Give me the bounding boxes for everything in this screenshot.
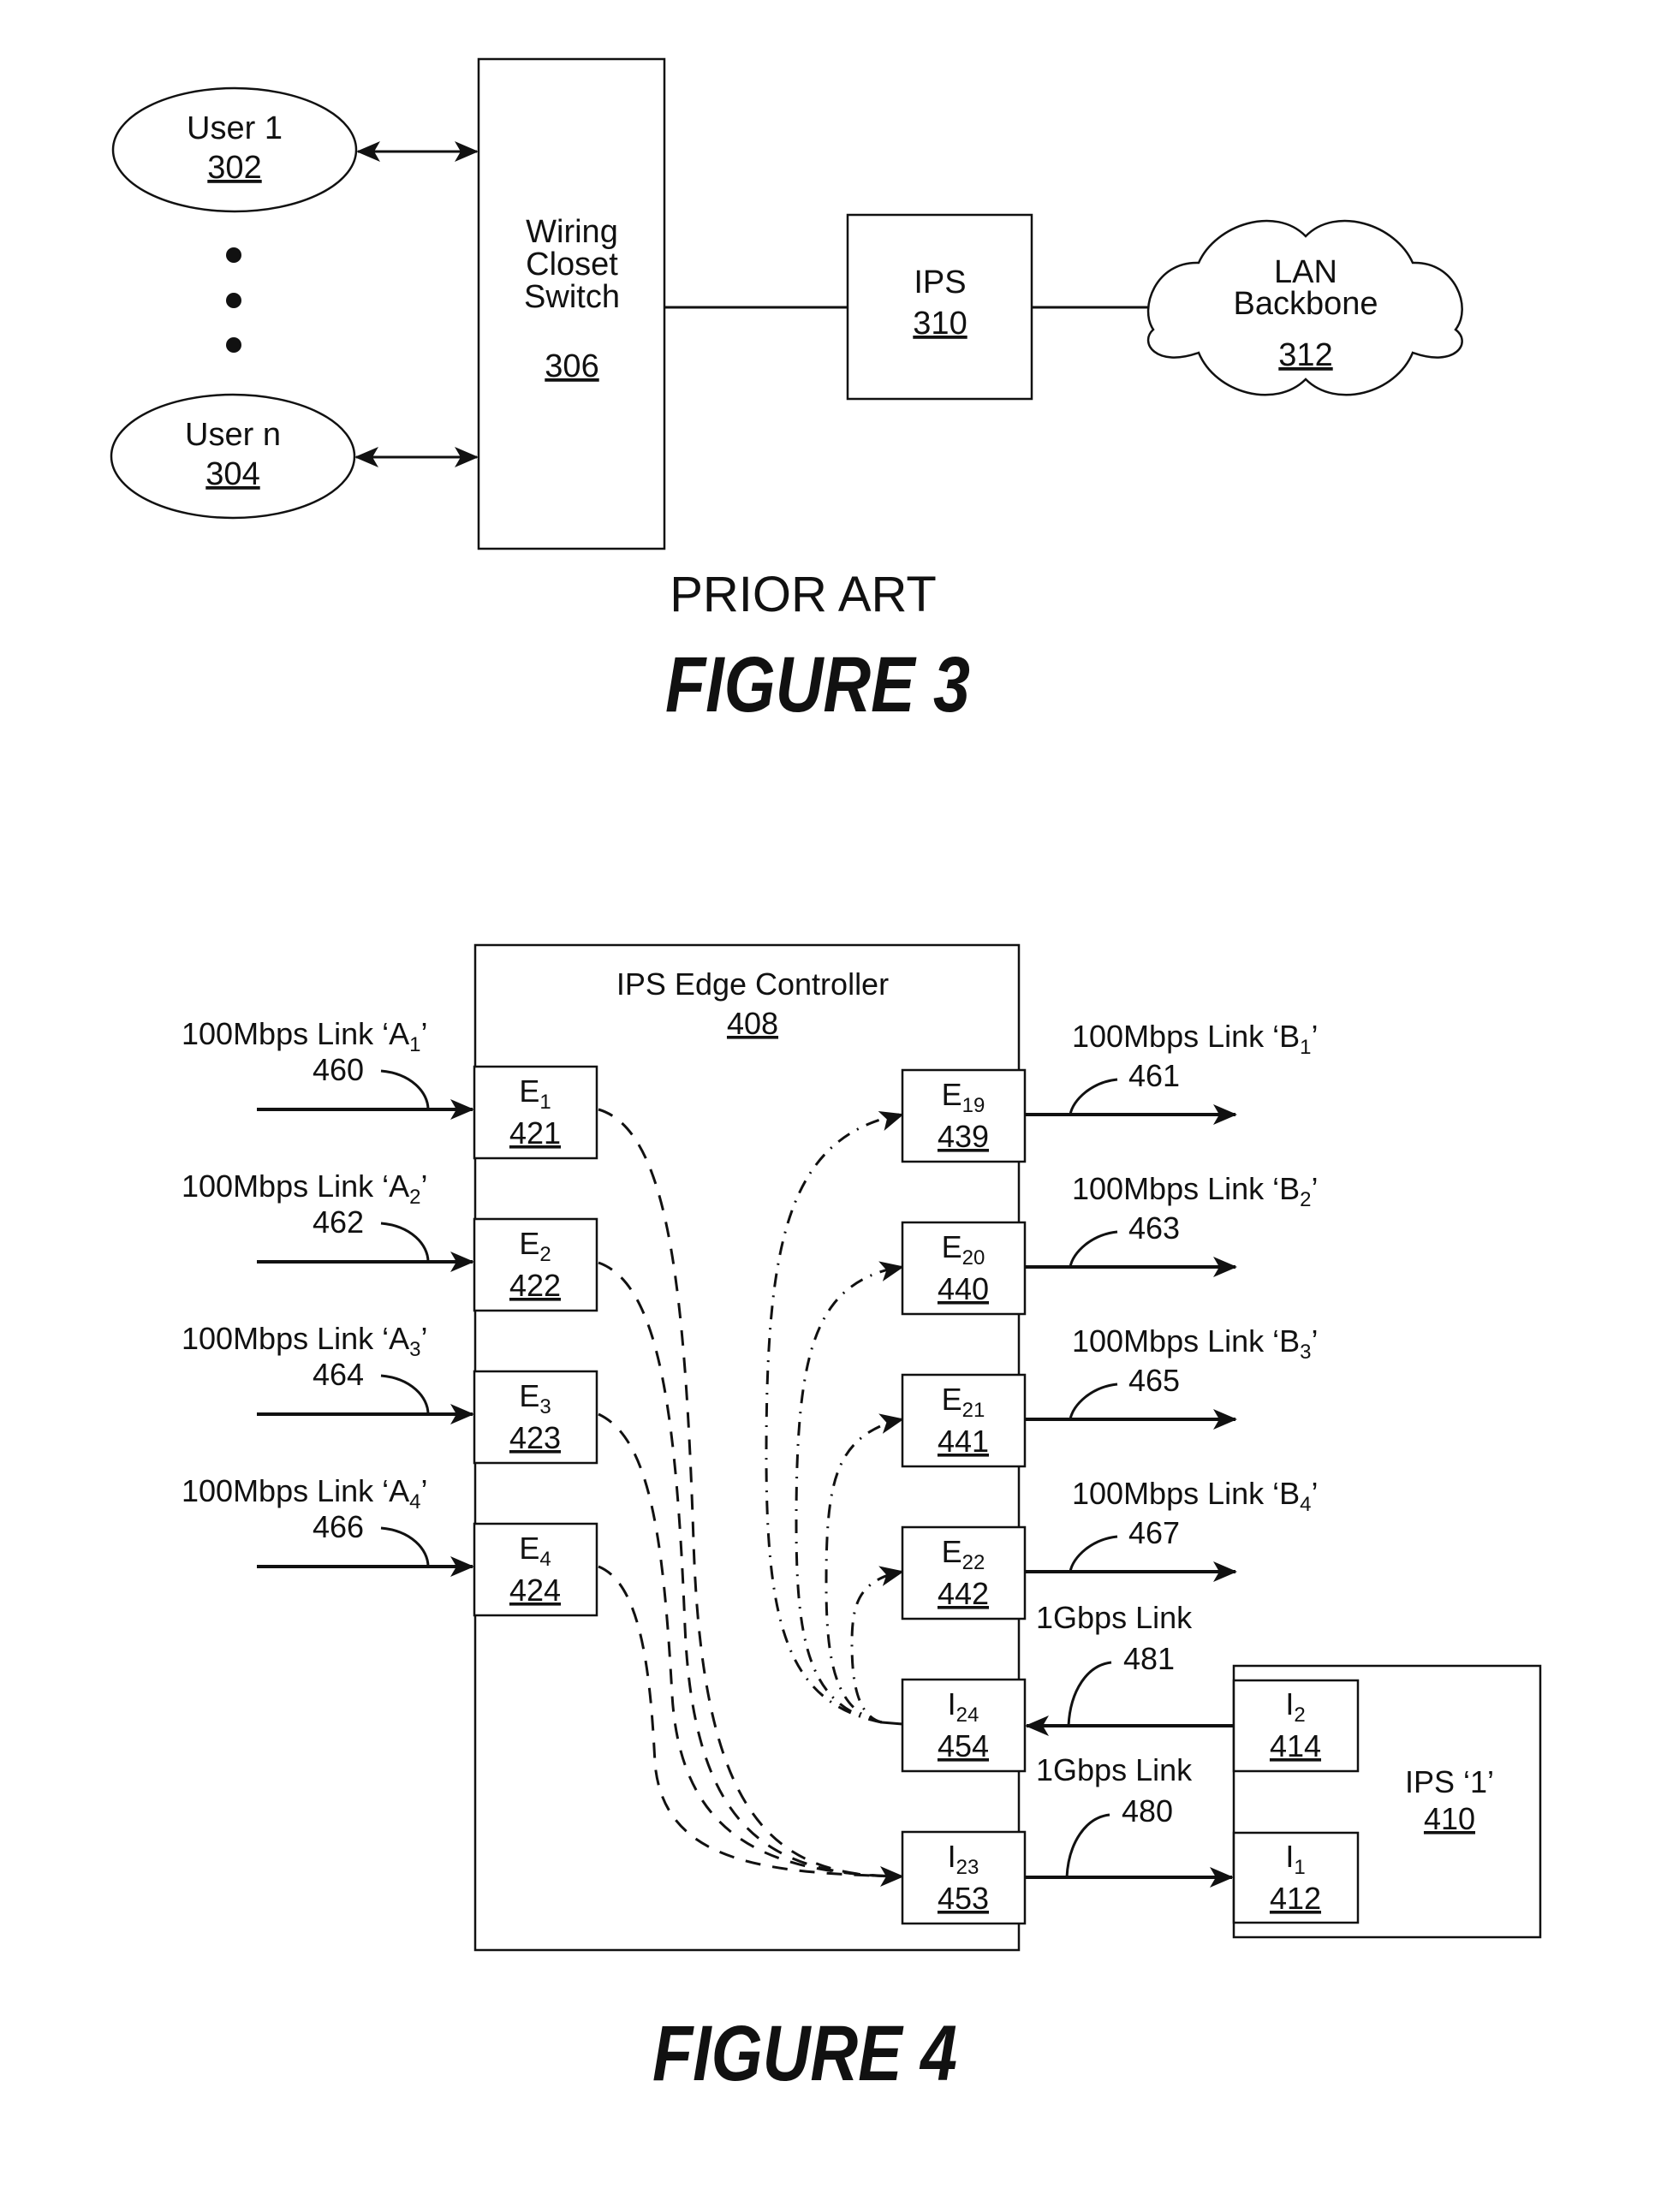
figure-3-caption: FIGURE 3 [665, 641, 970, 728]
link-label: 100Mbps Link ‘A2’ [182, 1168, 428, 1209]
dot-icon [226, 247, 241, 263]
port-i24-ref: 454 [938, 1728, 989, 1763]
gig-link-480-ref: 480 [1122, 1793, 1173, 1828]
port-i2-ref: 414 [1270, 1728, 1321, 1763]
ips-1-label: IPS ‘1’ [1405, 1764, 1494, 1799]
port-i1-ref: 412 [1270, 1881, 1321, 1916]
backbone-label-line2: Backbone [1233, 286, 1378, 322]
port-i24: I24 454 [901, 1678, 1027, 1773]
gig-link-480-leader [1065, 1813, 1110, 1878]
switch-label-line2: Closet [526, 247, 618, 282]
link-label: 100Mbps Link ‘B2’ [1072, 1171, 1319, 1211]
dot-icon [226, 337, 241, 353]
ips-1-ref: 410 [1424, 1801, 1475, 1836]
vertical-dots-icon [226, 247, 241, 353]
gig-link-480-label: 1Gbps Link [1036, 1752, 1193, 1787]
user-1-ref: 302 [207, 150, 261, 186]
link-label: 100Mbps Link ‘A4’ [182, 1473, 428, 1513]
dot-icon [226, 293, 241, 308]
port-e4-ref: 424 [509, 1573, 561, 1608]
input-link-leader [380, 1069, 430, 1110]
output-link-leader [1069, 1078, 1118, 1115]
port-e1-ref: 421 [509, 1115, 561, 1151]
prior-art-note: PRIOR ART [670, 567, 937, 622]
ips-ref: 310 [913, 306, 967, 342]
figure-4-caption: FIGURE 4 [652, 2010, 957, 2097]
patent-drawing-canvas: User 1 302 User n 304 Wiring Closet Swit… [110, 57, 1542, 2097]
port-i23-ref: 453 [938, 1881, 989, 1916]
user-n-node: User n 304 [110, 393, 356, 520]
figure-3: User 1 302 User n 304 Wiring Closet Swit… [110, 57, 1463, 728]
link-label: 100Mbps Link ‘B1’ [1072, 1019, 1319, 1059]
controller-label: IPS Edge Controller [616, 966, 889, 1002]
lan-backbone-cloud: LAN Backbone 312 [1146, 219, 1463, 396]
user-1-node: User 1 302 [111, 86, 358, 213]
backbone-label-line1: LAN [1274, 254, 1337, 290]
i24-stub [881, 1721, 903, 1726]
port-e22-ref: 442 [938, 1576, 989, 1611]
port-e21-ref: 441 [938, 1424, 989, 1459]
backbone-ref: 312 [1278, 337, 1332, 373]
output-link-ref: 465 [1128, 1363, 1180, 1398]
output-link-ref: 463 [1128, 1210, 1180, 1246]
output-link-ref: 461 [1128, 1058, 1180, 1093]
ips-node: IPS 310 [846, 213, 1033, 401]
port-e20-ref: 440 [938, 1271, 989, 1306]
gig-link-480: 1Gbps Link 480 [1025, 1752, 1234, 1888]
port-e2-ref: 422 [509, 1268, 561, 1303]
gig-link-481-leader [1067, 1661, 1112, 1727]
input-link-ref: 460 [313, 1052, 364, 1087]
link-label: 100Mbps Link ‘B3’ [1072, 1323, 1319, 1364]
figure-4: IPS Edge Controller 408 100Mbps Link ‘A1… [182, 943, 1542, 2097]
input-link-leader [380, 1374, 430, 1415]
port-e3-ref: 423 [509, 1420, 561, 1455]
input-link-ref: 464 [313, 1357, 364, 1392]
gig-link-481-ref: 481 [1123, 1641, 1175, 1676]
controller-ref: 408 [727, 1006, 778, 1041]
switch-label-line3: Switch [524, 279, 620, 315]
e20-arrowhead [878, 1261, 904, 1281]
link-label: 100Mbps Link ‘A3’ [182, 1321, 428, 1361]
input-link-leader [380, 1526, 430, 1567]
user-n-ref: 304 [205, 456, 259, 492]
e21-arrowhead [878, 1413, 904, 1434]
gig-link-481-label: 1Gbps Link [1036, 1600, 1193, 1635]
output-link-leader [1069, 1535, 1118, 1573]
ips-1-node: IPS ‘1’ 410 I2 414 I1 412 [1232, 1664, 1542, 1939]
user-n-label: User n [185, 417, 281, 453]
input-link-ref: 462 [313, 1204, 364, 1240]
output-link-ref: 467 [1128, 1515, 1180, 1550]
ips-label: IPS [914, 265, 966, 300]
link-label: 100Mbps Link ‘A1’ [182, 1016, 428, 1056]
port-i23: I23 453 [901, 1830, 1027, 1925]
link-label: 100Mbps Link ‘B4’ [1072, 1476, 1319, 1516]
switch-ref: 306 [545, 348, 598, 384]
output-link-leader [1069, 1382, 1118, 1420]
gig-link-481: 1Gbps Link 481 [1025, 1600, 1234, 1736]
port-e19-ref: 439 [938, 1119, 989, 1154]
user-1-label: User 1 [187, 110, 283, 146]
input-link-ref: 466 [313, 1509, 364, 1544]
wiring-closet-switch: Wiring Closet Switch 306 [477, 57, 666, 550]
e22-arrowhead [878, 1566, 904, 1586]
output-link-leader [1069, 1230, 1118, 1268]
switch-label-line1: Wiring [526, 214, 618, 250]
input-link-leader [380, 1222, 430, 1263]
